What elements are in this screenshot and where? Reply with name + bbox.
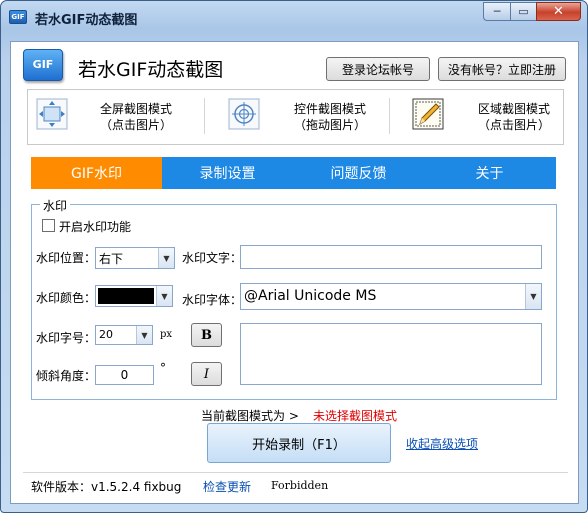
- mode-title: 区域截图模式: [477, 102, 550, 116]
- fullscreen-capture-icon[interactable]: [36, 98, 68, 130]
- start-record-button[interactable]: 开始录制（F1）: [207, 423, 391, 463]
- mode-subtitle: （拖动图片）: [293, 118, 366, 132]
- watermark-group: 水印 开启水印功能 水印位置： 右下 ▼ 水印文字： 水印颜色： ▼ 水印字体：…: [31, 197, 557, 400]
- collapse-advanced-link[interactable]: 收起高级选项: [406, 435, 478, 452]
- client-area: GIF 若水GIF动态截图 登录论坛帐号 没有帐号？立即注册 全屏截图模式 （点…: [10, 41, 579, 504]
- tab-record-settings[interactable]: 录制设置: [162, 157, 293, 189]
- tilt-unit: °: [160, 361, 166, 375]
- app-name: 若水GIF动态截图: [78, 59, 224, 81]
- tab-bar: GIF水印 录制设置 问题反馈 关于: [31, 157, 556, 189]
- close-button[interactable]: ✕: [536, 2, 581, 21]
- position-value: 右下: [99, 252, 124, 266]
- tab-gif-watermark[interactable]: GIF水印: [31, 157, 162, 189]
- tilt-angle-input[interactable]: 0: [95, 365, 154, 385]
- crosshair-target-icon[interactable]: [228, 98, 260, 130]
- color-select[interactable]: ▼: [95, 285, 173, 307]
- capture-mode-panel: 全屏截图模式 （点击图片） 控件截图模式 （拖动图片） 区域截图模式 （点击图片…: [27, 89, 564, 145]
- mode-status-value: 未选择截图模式: [313, 409, 398, 423]
- mode-subtitle: （点击图片）: [477, 118, 550, 132]
- size-unit: px: [160, 329, 173, 340]
- minimize-button[interactable]: ─: [483, 2, 510, 21]
- divider: [23, 472, 568, 473]
- tab-about[interactable]: 关于: [424, 157, 555, 189]
- app-title-icon: GIF: [9, 10, 27, 24]
- window-title: 若水GIF动态截图: [35, 13, 138, 28]
- color-swatch: [98, 288, 154, 304]
- font-select[interactable]: @Arial Unicode MS ▼: [240, 283, 542, 310]
- tilt-label: 倾斜角度：: [36, 369, 97, 383]
- login-button[interactable]: 登录论坛帐号: [326, 57, 430, 81]
- italic-button[interactable]: I: [191, 362, 222, 386]
- window-controls: ─ ▭ ✕: [483, 2, 581, 22]
- mode-fullscreen[interactable]: 全屏截图模式 （点击图片）: [36, 96, 206, 140]
- header: GIF 若水GIF动态截图 登录论坛帐号 没有帐号？立即注册: [11, 42, 578, 88]
- forbidden-text: Forbidden: [271, 479, 329, 492]
- divider: [389, 98, 390, 134]
- maximize-button[interactable]: ▭: [510, 2, 536, 21]
- tab-feedback[interactable]: 问题反馈: [293, 157, 424, 189]
- enable-watermark-checkbox[interactable]: [42, 219, 55, 232]
- color-label: 水印颜色：: [36, 291, 97, 305]
- font-label: 水印字体：: [182, 293, 243, 307]
- size-select[interactable]: 20 ▼: [95, 325, 153, 345]
- chevron-down-icon: ▼: [156, 286, 172, 306]
- chevron-down-icon: ▼: [525, 284, 541, 309]
- size-value: 20: [99, 328, 113, 341]
- size-label: 水印字号：: [36, 331, 97, 345]
- mode-status-prefix: 当前截图模式为 >: [201, 409, 299, 423]
- watermark-text-input[interactable]: [240, 245, 542, 269]
- text-label: 水印文字：: [182, 251, 243, 265]
- group-title: 水印: [40, 197, 71, 214]
- mode-title: 控件截图模式: [293, 102, 366, 116]
- title-bar[interactable]: GIF 若水GIF动态截图 ─ ▭ ✕: [1, 1, 587, 33]
- chevron-down-icon: ▼: [136, 326, 152, 344]
- divider: [204, 98, 205, 134]
- pencil-region-icon[interactable]: [412, 98, 444, 130]
- version-text: 软件版本：v1.5.2.4 fixbug: [31, 480, 182, 494]
- mode-control[interactable]: 控件截图模式 （拖动图片）: [228, 96, 388, 140]
- mode-title: 全屏截图模式: [99, 102, 172, 116]
- font-value: @Arial Unicode MS: [244, 288, 377, 304]
- position-label: 水印位置：: [36, 251, 97, 265]
- chevron-down-icon: ▼: [158, 248, 174, 268]
- enable-watermark-label: 开启水印功能: [59, 220, 132, 234]
- main-window: GIF 若水GIF动态截图 ─ ▭ ✕ GIF 若水GIF动态截图 登录论坛帐号…: [0, 0, 588, 513]
- watermark-preview-box[interactable]: [240, 323, 542, 385]
- mode-subtitle: （点击图片）: [99, 118, 172, 132]
- position-select[interactable]: 右下 ▼: [95, 247, 175, 269]
- app-logo: GIF: [23, 49, 63, 81]
- bold-button[interactable]: B: [191, 323, 222, 347]
- check-update-link[interactable]: 检查更新: [203, 478, 251, 495]
- mode-region[interactable]: 区域截图模式 （点击图片）: [412, 96, 562, 140]
- register-button[interactable]: 没有帐号？立即注册: [438, 57, 566, 81]
